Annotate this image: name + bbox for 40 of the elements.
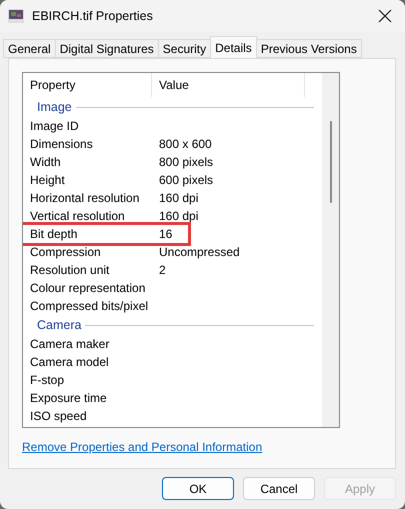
property-name: Image ID <box>30 119 80 133</box>
tab[interactable]: Security <box>158 39 212 58</box>
dialog-button[interactable]: OK <box>162 477 234 500</box>
group-title: Camera <box>37 318 82 332</box>
column-header[interactable]: Property <box>23 73 152 97</box>
tab[interactable]: Digital Signatures <box>54 39 159 58</box>
property-value: Uncompressed <box>159 245 241 259</box>
column-header[interactable]: Value <box>152 73 305 97</box>
property-name: Exposure time <box>30 391 108 405</box>
property-name: Height <box>30 173 66 187</box>
group-title: Image <box>37 100 72 114</box>
tab[interactable]: General <box>3 39 56 58</box>
property-name: Resolution unit <box>30 263 110 277</box>
window-title: EBIRCH.tif Properties <box>32 9 154 23</box>
tab[interactable]: Details <box>210 36 257 58</box>
image-file-icon <box>8 8 24 24</box>
close-icon <box>378 9 392 23</box>
remove-properties-link[interactable]: Remove Properties and Personal Information <box>22 440 262 454</box>
property-name: Colour representation <box>30 281 146 295</box>
property-name: Vertical resolution <box>30 209 126 223</box>
property-name: Bit depth <box>30 227 78 241</box>
property-name: Dimensions <box>30 137 94 151</box>
dialog-button[interactable]: Cancel <box>243 477 315 500</box>
property-name: F-stop <box>30 373 66 387</box>
tab[interactable]: Previous Versions <box>256 39 362 58</box>
property-name: Camera maker <box>30 337 110 351</box>
property-name: Compressed bits/pixel <box>30 299 150 313</box>
property-value: 800 x 600 <box>159 137 213 151</box>
property-value: 2 <box>159 263 167 277</box>
property-value: 600 pixels <box>159 173 214 187</box>
scrollbar[interactable] <box>322 73 339 427</box>
property-name: Camera model <box>30 355 110 369</box>
property-name: Width <box>30 155 62 169</box>
property-value: 160 dpi <box>159 191 200 205</box>
property-name: ISO speed <box>30 409 88 423</box>
property-name: Compression <box>30 245 102 259</box>
property-value: 160 dpi <box>159 209 200 223</box>
property-value: 16 <box>159 227 174 241</box>
property-name: Horizontal resolution <box>30 191 140 205</box>
property-value: 800 pixels <box>159 155 214 169</box>
